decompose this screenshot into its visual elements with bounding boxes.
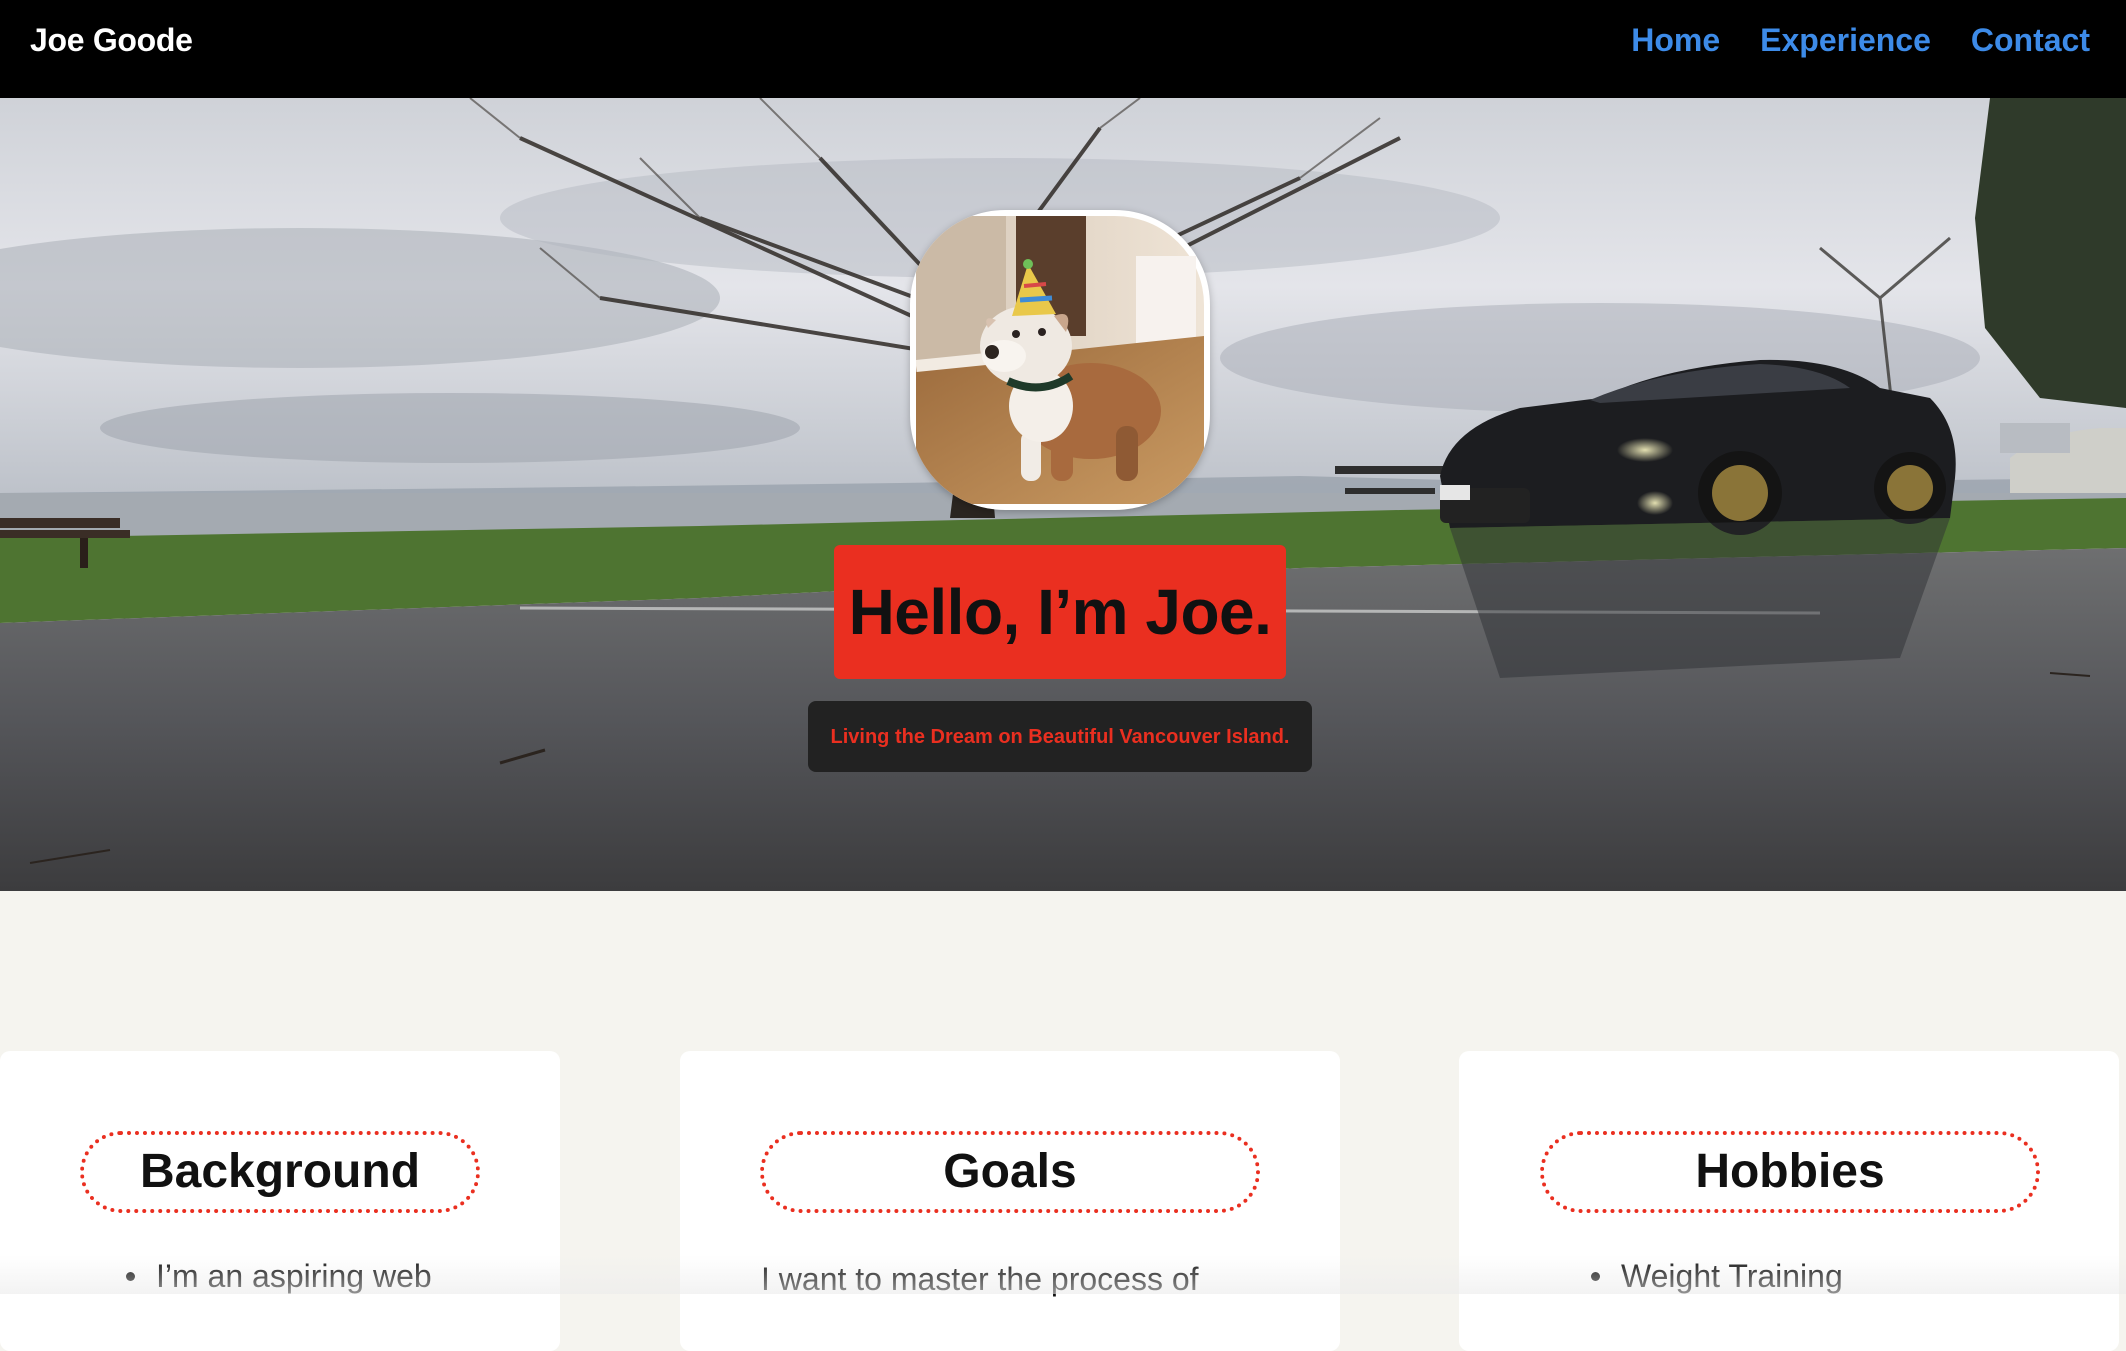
hero-tagline-box: Living the Dream on Beautiful Vancouver … bbox=[808, 701, 1312, 772]
hobbies-title-pill: Hobbies bbox=[1540, 1131, 2040, 1213]
list-item: I’m an aspiring web bbox=[120, 1256, 432, 1296]
goals-card: Goals I want to master the process of bbox=[680, 1051, 1340, 1351]
hero-section: Hello, I’m Joe. Living the Dream on Beau… bbox=[0, 98, 2126, 891]
nav-links: Home Experience Contact bbox=[1631, 20, 2090, 60]
goals-title-pill: Goals bbox=[760, 1131, 1260, 1213]
hobbies-card: Hobbies Weight Training bbox=[1459, 1051, 2119, 1351]
background-list: I’m an aspiring web bbox=[120, 1256, 432, 1296]
background-title: Background bbox=[139, 1145, 421, 1198]
hero-tagline: Living the Dream on Beautiful Vancouver … bbox=[830, 725, 1290, 748]
site-brand[interactable]: Joe Goode bbox=[30, 20, 193, 60]
background-card: Background I’m an aspiring web bbox=[0, 1051, 560, 1351]
nav-link-experience[interactable]: Experience bbox=[1760, 20, 1931, 60]
hobbies-list: Weight Training bbox=[1585, 1256, 1843, 1296]
hero-headline: Hello, I’m Joe. bbox=[848, 576, 1272, 648]
goals-text: I want to master the process of bbox=[761, 1261, 1199, 1297]
nav-link-contact[interactable]: Contact bbox=[1971, 20, 2090, 60]
list-item: Weight Training bbox=[1585, 1256, 1843, 1296]
goals-title: Goals bbox=[943, 1145, 1077, 1198]
hobbies-title: Hobbies bbox=[1695, 1145, 1885, 1198]
dog-portrait-image bbox=[916, 216, 1204, 504]
nav-link-home[interactable]: Home bbox=[1631, 20, 1720, 60]
hero-headline-box: Hello, I’m Joe. bbox=[834, 545, 1286, 679]
top-navigation-bar: Joe Goode Home Experience Contact bbox=[0, 0, 2126, 98]
background-title-pill: Background bbox=[80, 1131, 480, 1213]
profile-avatar bbox=[910, 210, 1210, 510]
